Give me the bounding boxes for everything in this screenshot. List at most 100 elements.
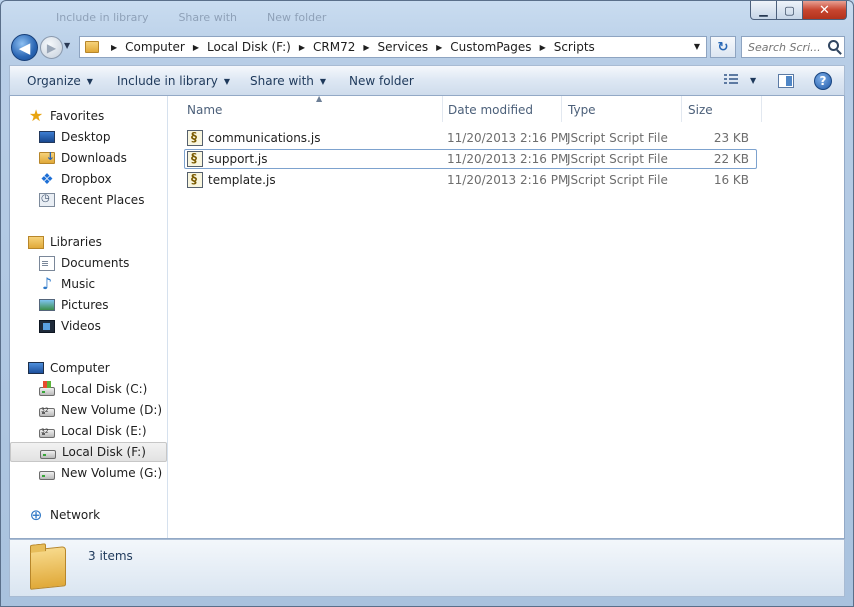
preview-pane-icon[interactable] — [778, 74, 794, 88]
breadcrumb-separator-icon[interactable]: ▶ — [193, 43, 199, 52]
ghost-menu: Include in library Share with New folder — [56, 11, 326, 24]
address-bar[interactable]: ▶ Computer ▶ Local Disk (F:) ▶ CRM72 ▶ S… — [79, 36, 707, 58]
file-type: JScript Script File — [567, 173, 668, 187]
breadcrumb-services[interactable]: Services — [378, 40, 429, 54]
nav-videos[interactable]: Videos — [10, 316, 167, 336]
column-header-date-modified[interactable]: Date modified — [442, 96, 562, 122]
include-in-library-label: Include in library — [117, 74, 218, 88]
content-area: ★ Favorites Desktop Downloads ❖ Dropbox … — [9, 94, 846, 539]
back-arrow-icon: ◀ — [18, 38, 31, 57]
file-type: JScript Script File — [567, 131, 668, 145]
new-folder-button[interactable]: New folder — [349, 74, 414, 88]
help-button[interactable]: ? — [814, 72, 832, 90]
title-bar[interactable]: Include in library Share with New folder… — [1, 1, 853, 29]
refresh-button[interactable]: ↻ — [710, 36, 736, 58]
file-name-cell: template.js — [187, 172, 276, 188]
maximize-icon: ▢ — [784, 3, 795, 17]
file-name-cell: support.js — [187, 151, 267, 167]
new-folder-label: New folder — [349, 74, 414, 88]
computer-icon — [28, 362, 44, 374]
explorer-window: Include in library Share with New folder… — [0, 0, 854, 607]
recent-places-icon — [39, 193, 55, 207]
nav-label: Local Disk (F:) — [62, 445, 146, 459]
folder-icon — [85, 41, 99, 53]
nav-label: Desktop — [61, 130, 111, 144]
file-type: JScript Script File — [567, 152, 668, 166]
search-box[interactable] — [741, 36, 845, 58]
nav-network[interactable]: ⊕ Network — [10, 505, 167, 525]
search-input[interactable] — [748, 40, 828, 54]
address-history-chevron-down-icon[interactable]: ▼ — [694, 42, 700, 51]
recent-pages-dropdown[interactable]: ▼ — [64, 41, 70, 50]
breadcrumb-separator-icon[interactable]: ▶ — [436, 43, 442, 52]
breadcrumb-custompages[interactable]: CustomPages — [450, 40, 531, 54]
nav-pictures[interactable]: Pictures — [10, 295, 167, 315]
libraries-icon — [28, 235, 44, 249]
jscript-file-icon — [187, 151, 203, 167]
view-options-chevron-down-icon[interactable]: ▼ — [750, 76, 756, 85]
breadcrumb-crm72[interactable]: CRM72 — [313, 40, 355, 54]
file-row[interactable]: communications.js 11/20/2013 2:16 PM JSc… — [184, 128, 757, 148]
nav-drive-e[interactable]: Local Disk (E:) — [10, 421, 167, 441]
column-label: Type — [568, 103, 596, 117]
column-label: Size — [688, 103, 713, 117]
nav-label: Favorites — [50, 109, 105, 123]
breadcrumb-separator-icon[interactable]: ▶ — [299, 43, 305, 52]
nav-downloads[interactable]: Downloads — [10, 148, 167, 168]
breadcrumb: ▶ Computer ▶ Local Disk (F:) ▶ CRM72 ▶ S… — [107, 40, 595, 54]
file-size: 23 KB — [713, 131, 749, 145]
back-button[interactable]: ◀ — [11, 34, 38, 61]
breadcrumb-scripts[interactable]: Scripts — [554, 40, 595, 54]
breadcrumb-separator-icon[interactable]: ▶ — [363, 43, 369, 52]
desktop-icon — [39, 131, 55, 143]
nav-recent-places[interactable]: Recent Places — [10, 190, 167, 210]
nav-dropbox[interactable]: ❖ Dropbox — [10, 169, 167, 189]
column-header-size[interactable]: Size — [682, 96, 762, 122]
chevron-down-icon: ▼ — [223, 76, 231, 86]
nav-libraries[interactable]: Libraries — [10, 232, 167, 252]
navigation-pane[interactable]: ★ Favorites Desktop Downloads ❖ Dropbox … — [10, 96, 168, 538]
change-view-icon[interactable] — [724, 74, 738, 86]
breadcrumb-separator-icon[interactable]: ▶ — [540, 43, 546, 52]
documents-icon — [39, 255, 55, 271]
search-icon[interactable] — [828, 40, 839, 51]
refresh-icon: ↻ — [717, 39, 729, 55]
removable-drive-icon — [39, 470, 55, 480]
close-button[interactable]: ✕ — [803, 1, 847, 20]
include-in-library-button[interactable]: Include in library ▼ — [117, 74, 230, 88]
folder-icon — [30, 546, 66, 590]
nav-label: Local Disk (C:) — [61, 382, 148, 396]
file-row[interactable]: template.js 11/20/2013 2:16 PM JScript S… — [184, 170, 757, 190]
network-icon: ⊕ — [29, 505, 43, 524]
nav-documents[interactable]: Documents — [10, 253, 167, 273]
navigation-row: ◀ ▶ ▼ ▶ Computer ▶ Local Disk (F:) ▶ CRM… — [1, 32, 853, 62]
nav-label: Libraries — [50, 235, 102, 249]
column-header-type[interactable]: Type — [562, 96, 682, 122]
file-name: communications.js — [208, 131, 321, 145]
pictures-icon — [39, 299, 55, 311]
chevron-down-icon: ▼ — [86, 76, 93, 86]
forward-button[interactable]: ▶ — [40, 36, 63, 59]
file-list[interactable]: ▲ Name Date modified Type Size communica… — [169, 94, 846, 538]
breadcrumb-computer[interactable]: Computer — [125, 40, 185, 54]
minimize-button[interactable]: ▁ — [750, 1, 777, 20]
nav-drive-f[interactable]: Local Disk (F:) — [10, 442, 167, 462]
nav-drive-c[interactable]: Local Disk (C:) — [10, 379, 167, 399]
nav-drive-d[interactable]: New Volume (D:) — [10, 400, 167, 420]
removable-drive-icon — [40, 449, 56, 459]
maximize-button[interactable]: ▢ — [777, 1, 803, 20]
nav-computer[interactable]: Computer — [10, 358, 167, 378]
nav-drive-g[interactable]: New Volume (G:) — [10, 463, 167, 483]
breadcrumb-local-disk-f[interactable]: Local Disk (F:) — [207, 40, 291, 54]
nav-music[interactable]: ♪ Music — [10, 274, 167, 294]
column-header-name[interactable]: ▲ Name — [181, 94, 443, 122]
share-with-button[interactable]: Share with ▼ — [250, 74, 326, 88]
nav-label: Recent Places — [61, 193, 145, 207]
breadcrumb-separator-icon[interactable]: ▶ — [111, 43, 117, 52]
organize-button[interactable]: Organize ▼ — [27, 74, 93, 88]
nav-favorites[interactable]: ★ Favorites — [10, 106, 167, 126]
items-count: 3 items — [88, 549, 133, 563]
file-row[interactable]: support.js 11/20/2013 2:16 PM JScript Sc… — [184, 149, 757, 169]
sort-ascending-icon: ▲ — [316, 94, 323, 103]
nav-desktop[interactable]: Desktop — [10, 127, 167, 147]
